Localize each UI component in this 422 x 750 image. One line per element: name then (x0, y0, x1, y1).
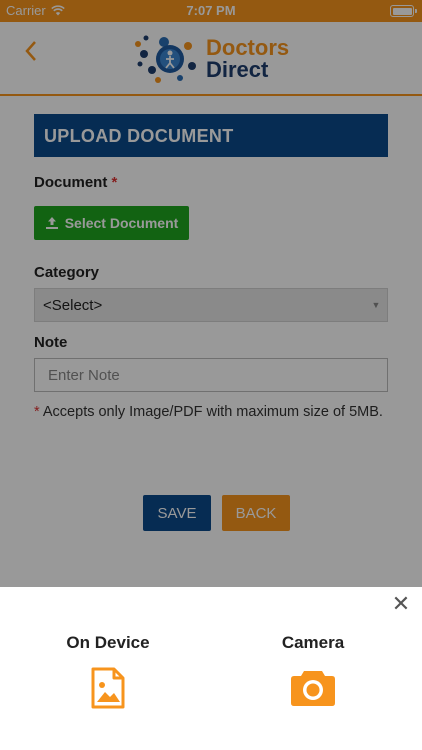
on-device-label: On Device (66, 633, 150, 652)
close-icon[interactable]: ✕ (391, 593, 411, 615)
on-device-option[interactable]: On Device (28, 633, 188, 709)
modal-backdrop[interactable] (0, 0, 422, 587)
upload-source-sheet: ✕ On Device Camera (0, 587, 422, 750)
camera-icon (291, 671, 335, 706)
camera-option[interactable]: Camera (233, 633, 393, 707)
camera-label: Camera (281, 633, 345, 652)
image-file-icon (91, 667, 125, 709)
